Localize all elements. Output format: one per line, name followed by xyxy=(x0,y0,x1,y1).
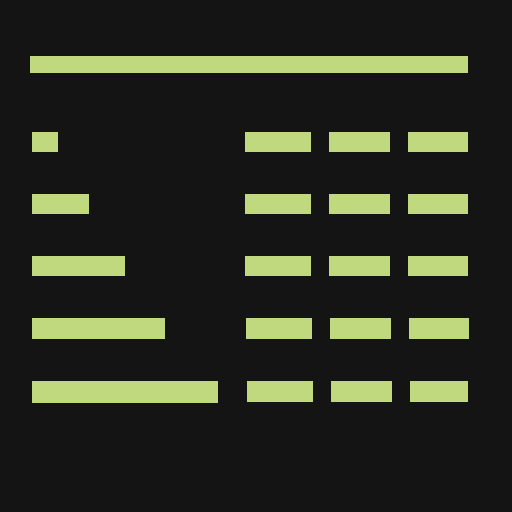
row-4-cell-1-placeholder xyxy=(246,318,312,339)
row-2-label-placeholder xyxy=(32,194,89,214)
row-4-cell-2-placeholder xyxy=(330,318,391,339)
row-4-cell-3-placeholder xyxy=(409,318,469,339)
row-1-cell-3-placeholder xyxy=(408,132,468,152)
row-5-cell-2-placeholder xyxy=(331,381,392,402)
row-2-cell-1-placeholder xyxy=(245,194,311,214)
row-1-cell-1-placeholder xyxy=(245,132,311,152)
row-2-cell-3-placeholder xyxy=(408,194,468,214)
row-2-cell-2-placeholder xyxy=(329,194,390,214)
row-4-label-placeholder xyxy=(32,318,165,339)
row-5-cell-3-placeholder xyxy=(410,381,468,402)
row-3-label-placeholder xyxy=(32,256,125,276)
row-3-cell-2-placeholder xyxy=(329,256,390,276)
row-1-label-placeholder xyxy=(32,132,58,152)
row-5-label-placeholder xyxy=(32,381,218,403)
header-placeholder-bar xyxy=(30,56,468,73)
row-1-cell-2-placeholder xyxy=(329,132,390,152)
row-3-cell-1-placeholder xyxy=(245,256,311,276)
row-3-cell-3-placeholder xyxy=(408,256,468,276)
row-5-cell-1-placeholder xyxy=(247,381,313,402)
